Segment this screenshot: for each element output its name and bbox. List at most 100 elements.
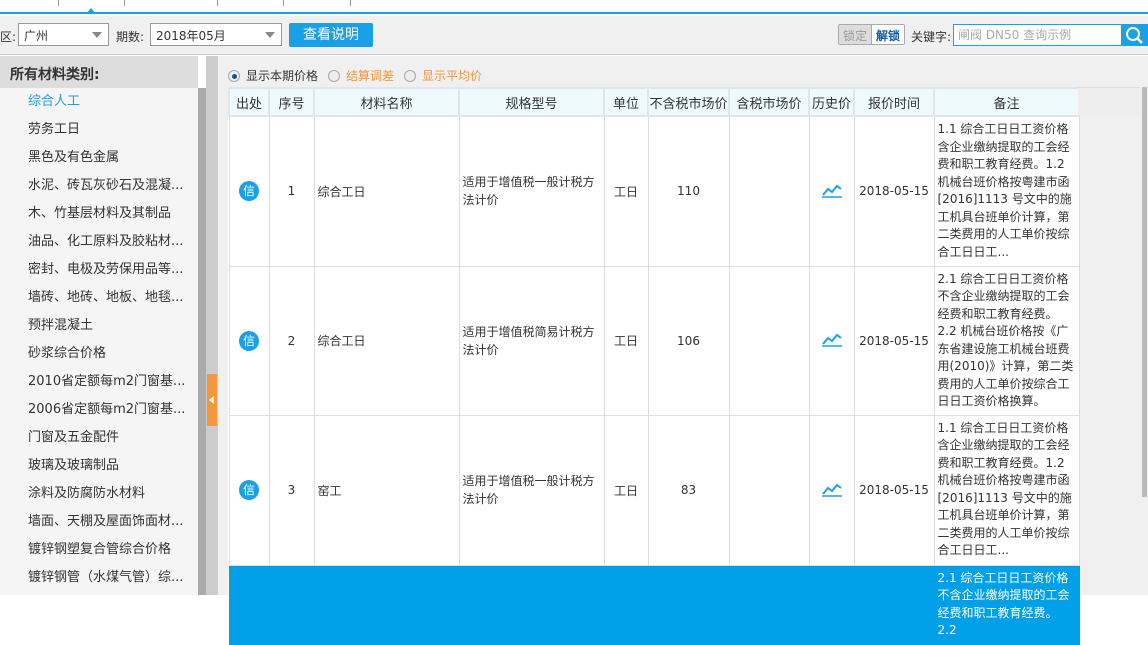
column-header[interactable]: 含税市场价: [728, 87, 810, 117]
lock-button[interactable]: 锁定: [839, 25, 872, 44]
history-price-cell[interactable]: [808, 115, 855, 267]
search-button[interactable]: [1121, 24, 1147, 46]
sidebar-item[interactable]: 木、竹基层材料及其制品: [0, 200, 198, 228]
unit-cell: 工日: [603, 414, 649, 566]
remark-cell: 1.1 综合工日日工资价格含企业缴纳提取的工会经费和职工教育经费。1.2 机械台…: [933, 115, 1080, 267]
sidebar-item[interactable]: 镀锌钢塑复合管综合价格: [0, 536, 198, 564]
panel-splitter[interactable]: [206, 56, 218, 595]
sidebar-item[interactable]: 门窗及五金配件: [0, 424, 198, 452]
unit-cell: 工日: [603, 265, 649, 416]
table-row[interactable]: 2.1 综合工日日工资价格不含企业缴纳提取的工会经费和职工教育经费。2.2: [228, 564, 1080, 645]
price-excl-tax-cell: [647, 564, 730, 645]
toolbar: 区: 广州 期数: 2018年05月 查看说明 锁定 解锁 关键字:: [0, 16, 1148, 55]
chevron-left-icon: [209, 396, 214, 404]
history-price-cell[interactable]: [808, 265, 855, 416]
sidebar-item[interactable]: 预拌混凝土: [0, 312, 198, 340]
tab-divider: [124, 0, 125, 6]
radio-icon: [404, 69, 417, 82]
chevron-down-icon: [92, 32, 102, 38]
period-label: 期数:: [116, 30, 145, 44]
sidebar-item[interactable]: 墙面、天棚及屋面饰面材...: [0, 508, 198, 536]
radio-current-price[interactable]: 显示本期价格: [228, 67, 318, 84]
material-name-cell: [313, 564, 460, 645]
region-select[interactable]: 广州: [18, 23, 109, 46]
period-value: 2018年05月: [156, 29, 226, 43]
trend-chart-icon[interactable]: [821, 331, 843, 347]
sidebar-item[interactable]: 2006省定额每m2门窗基...: [0, 396, 198, 424]
table-row[interactable]: 信 2 综合工日 适用于增值税简易计税方法计价 工日 106 2018-05-15 2.1 综…: [228, 265, 1080, 416]
sidebar-item[interactable]: 2010省定额每m2门窗基...: [0, 368, 198, 396]
quote-date-cell: [853, 564, 935, 645]
column-header[interactable]: 出处: [228, 87, 270, 117]
table-row[interactable]: 信 1 综合工日 适用于增值税一般计税方法计价 工日 110 2018-05-15 1.1 综…: [228, 115, 1080, 267]
history-price-cell[interactable]: [808, 414, 855, 566]
sidebar-item[interactable]: 综合人工: [0, 88, 198, 116]
keyword-label: 关键字:: [911, 30, 952, 44]
search-box: [953, 24, 1148, 46]
sidebar-item[interactable]: 水泥、砖瓦灰砂石及混凝...: [0, 172, 198, 200]
remark-cell: 2.1 综合工日日工资价格不含企业缴纳提取的工会经费和职工教育经费。2.2 机械…: [933, 265, 1080, 416]
quote-date-cell: 2018-05-15: [853, 414, 935, 566]
tab-divider: [350, 0, 351, 6]
spec-model-cell: 适用于增值税简易计税方法计价: [458, 265, 605, 416]
region-label: 区:: [0, 30, 17, 44]
sidebar-item[interactable]: 镀锌钢管（水煤气管）综...: [0, 564, 198, 592]
scrollbar-thumb[interactable]: [1142, 87, 1147, 497]
lock-toggle: 锁定 解锁: [838, 24, 906, 45]
radio-average-price[interactable]: 显示平均价: [404, 67, 482, 84]
sidebar-scrollbar[interactable]: [198, 88, 206, 595]
price-excl-tax-cell: 106: [647, 265, 730, 416]
radio-label: 显示平均价: [422, 69, 483, 83]
sidebar-item[interactable]: 油品、化工原料及胶粘材...: [0, 228, 198, 256]
active-tab-caret: [86, 8, 96, 14]
collapse-sidebar-button[interactable]: [207, 374, 217, 426]
radio-checked-icon: [228, 69, 240, 82]
info-source-icon[interactable]: 信: [239, 480, 259, 500]
keyword-search-input[interactable]: [954, 25, 1124, 45]
sidebar-item[interactable]: 墙砖、地砖、地板、地毯...: [0, 284, 198, 312]
trend-chart-icon[interactable]: [821, 182, 843, 198]
price-table: 出处 序号 材料名称 规格型号 单位 不含税市场价 含税市场价 历史价 报价时间 备注 信 1 综合工…: [228, 87, 1080, 645]
sidebar-item[interactable]: 密封、电极及劳保用品等...: [0, 256, 198, 284]
table-scrollbar[interactable]: [1140, 87, 1148, 595]
period-select[interactable]: 2018年05月: [150, 23, 282, 46]
sidebar-item[interactable]: 玻璃及玻璃制品: [0, 452, 198, 480]
column-header[interactable]: 规格型号: [458, 87, 605, 117]
quote-date-cell: 2018-05-15: [853, 265, 935, 416]
sidebar-item[interactable]: 砂浆综合价格: [0, 340, 198, 368]
price-incl-tax-cell: [728, 564, 810, 645]
price-incl-tax-cell: [728, 115, 810, 267]
search-icon: [1126, 27, 1143, 44]
column-header[interactable]: 历史价: [808, 87, 855, 117]
column-header[interactable]: 材料名称: [313, 87, 460, 117]
header-filler: [1078, 87, 1140, 115]
unlock-button[interactable]: 解锁: [871, 25, 905, 44]
source-badge-cell: 信: [228, 414, 270, 566]
unit-cell: [603, 564, 649, 645]
table-row[interactable]: 信 3 窑工 适用于增值税一般计税方法计价 工日 83 2018-05-15 1.1 综合工日…: [228, 414, 1080, 566]
info-source-icon[interactable]: 信: [239, 181, 259, 202]
material-name-cell: 综合工日: [313, 115, 460, 267]
remark-cell: 1.1 综合工日日工资价格含企业缴纳提取的工会经费和职工教育经费。1.2 机械台…: [933, 414, 1080, 566]
tab-divider: [217, 0, 218, 6]
source-badge-cell: 信: [228, 265, 270, 416]
column-header[interactable]: 序号: [268, 87, 315, 117]
column-header[interactable]: 报价时间: [853, 87, 935, 117]
view-instructions-button[interactable]: 查看说明: [289, 23, 373, 47]
column-header[interactable]: 单位: [603, 87, 649, 117]
price-incl-tax-cell: [728, 414, 810, 566]
trend-chart-icon[interactable]: [821, 481, 843, 497]
sidebar-item[interactable]: 劳务工日: [0, 116, 198, 144]
price-excl-tax-cell: 83: [647, 414, 730, 566]
unit-cell: 工日: [603, 115, 649, 267]
sidebar-item[interactable]: 涂料及防腐防水材料: [0, 480, 198, 508]
region-value: 广州: [24, 29, 49, 43]
info-source-icon[interactable]: 信: [239, 330, 259, 351]
row-number-cell: [268, 564, 315, 645]
column-header[interactable]: 不含税市场价: [647, 87, 730, 117]
radio-settlement-adjust[interactable]: 结算调差: [328, 67, 394, 84]
sidebar-item[interactable]: 黑色及有色金属: [0, 144, 198, 172]
column-header[interactable]: 备注: [933, 87, 1080, 117]
history-price-cell: [808, 564, 855, 645]
price-incl-tax-cell: [728, 265, 810, 416]
